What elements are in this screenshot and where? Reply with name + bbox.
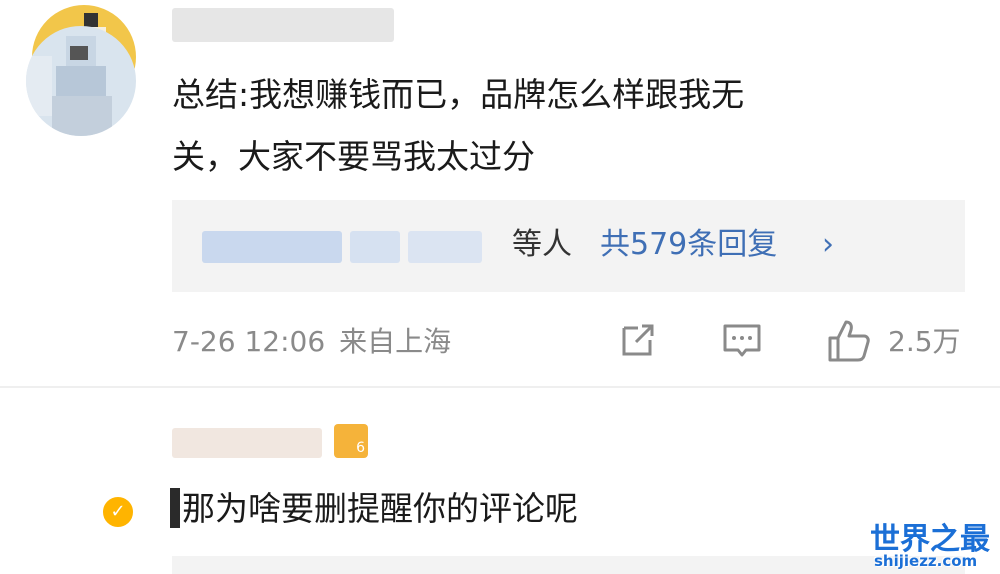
reply-usernames[interactable]: [202, 231, 482, 263]
location: 来自上海: [339, 325, 452, 358]
comment-item: [0, 386, 1000, 574]
avatar[interactable]: [26, 26, 136, 136]
verified-icon: ✓: [100, 494, 136, 530]
like-count: 2.5万: [888, 325, 961, 358]
username[interactable]: [172, 428, 322, 458]
reply-count-link[interactable]: 共579条回复: [600, 220, 777, 270]
reply-summary[interactable]: [172, 556, 965, 574]
reply-others-label: 等人: [512, 227, 572, 262]
comment-meta: 7-26 12:06 来自上海: [172, 320, 451, 364]
timestamp: 7-26 12:06: [172, 325, 326, 358]
level-badge: 6: [334, 424, 368, 458]
reply-summary[interactable]: 等人 共579条回复 ›: [172, 200, 965, 292]
comment-text-line-1: 总结:我想赚钱而已，品牌怎么样跟我无: [172, 75, 745, 114]
text-cursor: [170, 488, 180, 528]
chevron-right-icon[interactable]: ›: [822, 220, 834, 270]
username[interactable]: [172, 8, 394, 42]
comment-text: 那为啥要删提醒你的评论呢: [182, 489, 578, 528]
thumbs-up-icon[interactable]: [826, 318, 872, 368]
watermark-url: shijiezz.com: [874, 552, 978, 570]
share-icon[interactable]: [616, 318, 660, 366]
comment-item: 总结:我想赚钱而已，品牌怎么样跟我无 关，大家不要骂我太过分 等人 共579条回…: [0, 0, 1000, 386]
comment-icon[interactable]: [720, 318, 764, 366]
comment-text-line-2: 关，大家不要骂我太过分: [172, 137, 535, 176]
